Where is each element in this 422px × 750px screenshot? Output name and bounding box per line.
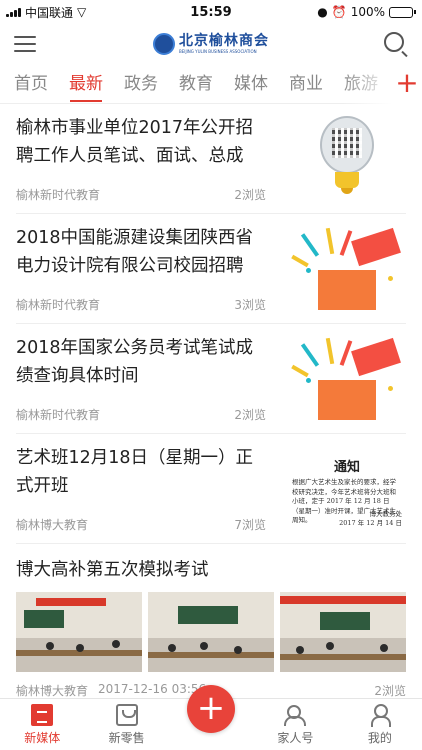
- article-photo: [148, 592, 274, 672]
- add-tab-button[interactable]: +: [392, 64, 422, 104]
- article-title: 2018中国能源建设集团陕西省电力设计院有限公司校园招聘: [16, 228, 254, 276]
- gift-box-icon: [318, 380, 376, 420]
- tab-label: 新媒体: [24, 731, 61, 745]
- shopping-bag-icon: [115, 704, 138, 726]
- tab-label: 家人号: [277, 731, 314, 745]
- notice-org: 博大教务处: [369, 510, 403, 518]
- list-item[interactable]: 博大高补第五次模拟考试 榆林博大教育 2017-12-16 03:56 2浏览: [16, 544, 406, 698]
- tab-label: 我的: [367, 731, 392, 745]
- battery-icon: [389, 6, 416, 18]
- battery-percent: 100%: [350, 5, 385, 19]
- tab-government[interactable]: 政务: [124, 64, 158, 104]
- article-views: 7浏览: [234, 518, 266, 532]
- publish-button[interactable]: +: [187, 685, 236, 733]
- document-icon: [31, 704, 54, 726]
- article-thumbnail: [288, 336, 406, 424]
- tab-media[interactable]: 媒体: [234, 64, 268, 104]
- notice-signature: 博大教务处 2017 年 12 月 14 日: [339, 510, 402, 528]
- article-source: 榆林博大教育: [16, 518, 89, 532]
- tab-new-retail[interactable]: 新零售: [84, 699, 168, 750]
- logo-subtitle: BEIJING YULIN BUSINESS ASSOCIATION: [179, 49, 257, 54]
- logo-emblem-icon: [153, 33, 175, 55]
- notice-date: 2017 年 12 月 14 日: [339, 519, 402, 527]
- alarm-icon: ⏰: [331, 5, 347, 19]
- article-photo: [16, 592, 142, 672]
- bottom-tab-bar: 新媒体 新零售 + 家人号 我的: [0, 685, 422, 750]
- signal-icon: [6, 7, 21, 17]
- app-header: 北京榆林商会 BEIJING YULIN BUSINESS ASSOCIATIO…: [0, 24, 422, 64]
- notice-title: 通知: [333, 460, 360, 475]
- article-views: 2浏览: [234, 408, 266, 422]
- list-item[interactable]: 2018中国能源建设集团陕西省电力设计院有限公司校园招聘 榆林新时代教育 3浏览: [16, 214, 406, 324]
- people-icon: [284, 704, 307, 726]
- article-title: 2018年国家公务员考试笔试成绩查询具体时间: [16, 338, 254, 386]
- tab-education[interactable]: 教育: [179, 64, 213, 104]
- list-item[interactable]: 榆林市事业单位2017年公开招聘工作人员笔试、面试、总成 榆林新时代教育 2浏览: [16, 104, 406, 214]
- article-source: 榆林新时代教育: [16, 408, 101, 422]
- publish-tab: +: [169, 685, 253, 750]
- logo-title: 北京榆林商会: [179, 33, 269, 49]
- article-title: 艺术班12月18日（星期一）正式开班: [16, 448, 254, 496]
- article-thumbnail: [288, 116, 406, 204]
- article-thumbnail: 通知 根据广大艺术生及家长的要求，经学校研究决定，今年艺术班将分大班和小班，定于…: [288, 446, 406, 534]
- article-views: 2浏览: [234, 188, 266, 202]
- article-title: 榆林市事业单位2017年公开招聘工作人员笔试、面试、总成: [16, 118, 254, 166]
- list-item[interactable]: 艺术班12月18日（星期一）正式开班 榆林博大教育 7浏览 通知 根据广大艺术生…: [16, 434, 406, 544]
- search-icon[interactable]: [384, 32, 408, 58]
- article-source: 榆林新时代教育: [16, 298, 101, 312]
- tab-mine[interactable]: 我的: [338, 699, 422, 750]
- list-item[interactable]: 2018年国家公务员考试笔试成绩查询具体时间 榆林新时代教育 2浏览: [16, 324, 406, 434]
- article-views: 2浏览: [374, 684, 406, 698]
- article-source: 榆林新时代教育: [16, 188, 101, 202]
- tab-new-media[interactable]: 新媒体: [0, 699, 84, 750]
- tab-latest[interactable]: 最新: [69, 64, 103, 104]
- tab-business[interactable]: 商业: [289, 64, 323, 104]
- tab-label: 新零售: [108, 731, 145, 745]
- app-logo: 北京榆林商会 BEIJING YULIN BUSINESS ASSOCIATIO…: [153, 33, 269, 55]
- menu-icon[interactable]: [14, 36, 36, 52]
- carrier-label: 中国联通: [25, 5, 74, 20]
- article-views: 3浏览: [234, 298, 266, 312]
- news-feed: 榆林市事业单位2017年公开招聘工作人员笔试、面试、总成 榆林新时代教育 2浏览…: [0, 104, 422, 698]
- article-title: 博大高补第五次模拟考试: [16, 560, 209, 580]
- user-icon: [369, 704, 391, 727]
- article-source: 榆林博大教育: [16, 684, 89, 698]
- article-thumbnail: [288, 226, 406, 314]
- category-tabs: 首页 最新 政务 教育 媒体 商业 旅游 +: [0, 64, 422, 104]
- article-photo: [280, 592, 406, 672]
- gift-box-icon: [318, 270, 376, 310]
- tab-home[interactable]: 首页: [14, 64, 48, 104]
- wifi-icon: ▽: [77, 5, 87, 19]
- tab-family[interactable]: 家人号: [253, 699, 337, 750]
- orientation-lock-icon: ●: [317, 5, 328, 19]
- status-bar: 中国联通 ▽ 15:59 ● ⏰ 100%: [0, 0, 422, 24]
